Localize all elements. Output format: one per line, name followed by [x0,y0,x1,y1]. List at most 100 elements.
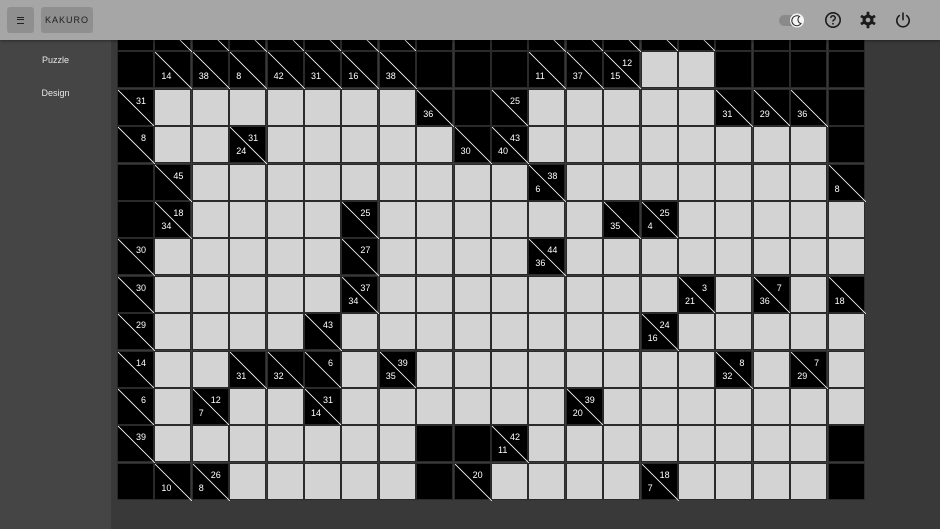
entry-cell[interactable] [565,163,603,201]
entry-cell[interactable] [491,350,528,388]
sidebar-item-puzzle[interactable]: Puzzle [0,55,111,65]
entry-cell[interactable] [378,425,416,463]
entry-cell[interactable] [640,350,678,388]
entry-cell[interactable] [678,388,715,425]
entry-cell[interactable] [229,313,267,351]
entry-cell[interactable] [603,126,641,164]
entry-cell[interactable] [790,126,828,164]
help-icon[interactable] [822,9,844,31]
entry-cell[interactable] [453,201,491,238]
entry-cell[interactable] [304,238,341,276]
power-icon[interactable] [892,9,914,31]
entry-cell[interactable] [453,350,491,388]
entry-cell[interactable] [678,350,715,388]
entry-cell[interactable] [678,126,715,164]
entry-cell[interactable] [790,313,828,351]
entry-cell[interactable] [565,350,603,388]
menu-button[interactable] [7,7,34,33]
entry-cell[interactable] [453,313,491,351]
entry-cell[interactable] [715,126,753,164]
entry-cell[interactable] [154,238,192,276]
entry-cell[interactable] [678,462,715,500]
entry-cell[interactable] [191,425,229,463]
entry-cell[interactable] [715,425,753,463]
entry-cell[interactable] [266,201,304,238]
entry-cell[interactable] [715,275,753,313]
entry-cell[interactable] [640,275,678,313]
entry-cell[interactable] [678,88,715,126]
entry-cell[interactable] [378,201,416,238]
entry-cell[interactable] [678,163,715,201]
entry-cell[interactable] [453,163,491,201]
entry-cell[interactable] [491,275,528,313]
entry-cell[interactable] [304,88,341,126]
entry-cell[interactable] [528,275,566,313]
entry-cell[interactable] [528,126,566,164]
entry-cell[interactable] [640,388,678,425]
entry-cell[interactable] [341,88,379,126]
entry-cell[interactable] [229,388,267,425]
entry-cell[interactable] [827,388,865,425]
entry-cell[interactable] [491,163,528,201]
entry-cell[interactable] [491,462,528,500]
entry-cell[interactable] [678,51,715,89]
entry-cell[interactable] [229,163,267,201]
entry-cell[interactable] [266,313,304,351]
entry-cell[interactable] [603,388,641,425]
entry-cell[interactable] [565,425,603,463]
entry-cell[interactable] [229,425,267,463]
entry-cell[interactable] [416,275,454,313]
entry-cell[interactable] [191,275,229,313]
entry-cell[interactable] [678,425,715,463]
entry-cell[interactable] [752,388,790,425]
entry-cell[interactable] [266,238,304,276]
entry-cell[interactable] [341,350,379,388]
entry-cell[interactable] [191,88,229,126]
entry-cell[interactable] [341,313,379,351]
entry-cell[interactable] [603,462,641,500]
entry-cell[interactable] [752,425,790,463]
entry-cell[interactable] [640,126,678,164]
entry-cell[interactable] [378,275,416,313]
entry-cell[interactable] [565,462,603,500]
entry-cell[interactable] [378,238,416,276]
entry-cell[interactable] [154,88,192,126]
entry-cell[interactable] [640,51,678,89]
entry-cell[interactable] [266,425,304,463]
entry-cell[interactable] [416,388,454,425]
entry-cell[interactable] [154,425,192,463]
entry-cell[interactable] [715,163,753,201]
entry-cell[interactable] [266,163,304,201]
entry-cell[interactable] [678,201,715,238]
entry-cell[interactable] [715,388,753,425]
entry-cell[interactable] [827,313,865,351]
entry-cell[interactable] [416,238,454,276]
entry-cell[interactable] [565,313,603,351]
entry-cell[interactable] [191,126,229,164]
entry-cell[interactable] [304,425,341,463]
entry-cell[interactable] [378,126,416,164]
entry-cell[interactable] [453,388,491,425]
entry-cell[interactable] [715,462,753,500]
entry-cell[interactable] [603,425,641,463]
entry-cell[interactable] [154,388,192,425]
entry-cell[interactable] [752,126,790,164]
entry-cell[interactable] [304,126,341,164]
entry-cell[interactable] [191,201,229,238]
entry-cell[interactable] [603,88,641,126]
entry-cell[interactable] [603,350,641,388]
entry-cell[interactable] [266,126,304,164]
entry-cell[interactable] [528,388,566,425]
entry-cell[interactable] [304,163,341,201]
entry-cell[interactable] [565,275,603,313]
entry-cell[interactable] [790,201,828,238]
entry-cell[interactable] [304,201,341,238]
entry-cell[interactable] [378,163,416,201]
entry-cell[interactable] [565,238,603,276]
app-title-button[interactable]: KAKURO [41,7,93,33]
entry-cell[interactable] [229,238,267,276]
entry-cell[interactable] [640,425,678,463]
entry-cell[interactable] [154,313,192,351]
entry-cell[interactable] [491,313,528,351]
entry-cell[interactable] [678,313,715,351]
